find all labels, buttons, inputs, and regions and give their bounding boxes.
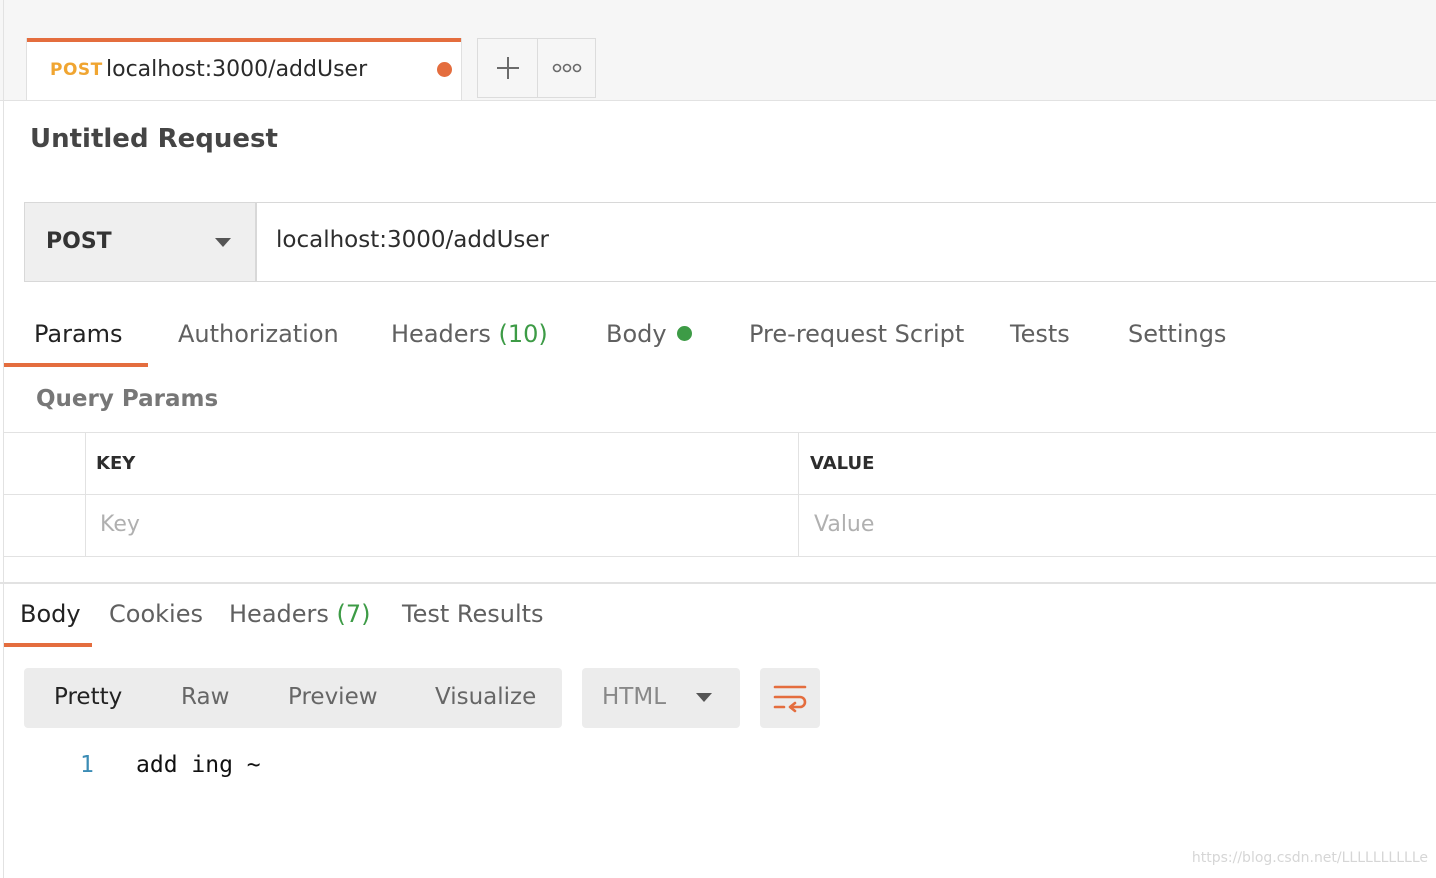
tab-body[interactable]: Body <box>606 320 692 348</box>
tab-title: localhost:3000/addUser <box>106 57 368 82</box>
table-column-divider <box>85 432 86 557</box>
response-tab-headers[interactable]: Headers (7) <box>229 600 371 628</box>
tab-headers[interactable]: Headers (10) <box>391 320 548 348</box>
tab-headers-label: Headers <box>391 320 491 348</box>
view-pretty-button[interactable]: Pretty <box>54 684 122 710</box>
language-value: HTML <box>602 684 667 710</box>
view-raw-button[interactable]: Raw <box>181 684 229 710</box>
code-line: add ing ~ <box>136 752 261 778</box>
tab-pre-request-script[interactable]: Pre-request Script <box>749 320 964 348</box>
view-visualize-button[interactable]: Visualize <box>435 684 536 710</box>
table-top-border <box>4 432 1436 433</box>
table-header-border <box>4 494 1436 495</box>
request-name[interactable]: Untitled Request <box>30 124 278 154</box>
column-header-value: VALUE <box>810 453 875 474</box>
wrap-lines-button[interactable] <box>760 668 820 728</box>
tab-params[interactable]: Params <box>34 320 123 348</box>
view-preview-button[interactable]: Preview <box>288 684 378 710</box>
left-border <box>3 0 4 878</box>
view-mode-group: Pretty Raw Preview Visualize <box>24 668 562 728</box>
unsaved-changes-dot <box>437 62 452 77</box>
language-select[interactable]: HTML <box>582 668 740 728</box>
response-tab-headers-label: Headers <box>229 600 329 628</box>
query-params-label: Query Params <box>36 386 219 412</box>
chevron-down-icon <box>696 693 712 702</box>
tab-authorization[interactable]: Authorization <box>178 320 339 348</box>
wrap-lines-icon <box>773 685 807 713</box>
column-header-key: KEY <box>96 453 136 474</box>
new-tab-button[interactable] <box>477 38 538 98</box>
method-select[interactable]: POST <box>24 202 256 282</box>
tab-body-label: Body <box>606 320 667 348</box>
response-tab-body[interactable]: Body <box>20 600 81 628</box>
url-input[interactable]: localhost:3000/addUser <box>256 202 1436 282</box>
table-column-divider <box>798 432 799 557</box>
active-tab-underline <box>4 363 148 367</box>
response-headers-count: (7) <box>336 600 371 628</box>
chevron-down-icon <box>215 238 231 247</box>
tab-settings[interactable]: Settings <box>1128 320 1226 348</box>
tab-method-label: POST <box>50 60 103 80</box>
method-value: POST <box>46 229 112 254</box>
headers-count: (10) <box>498 320 548 348</box>
body-set-indicator <box>676 325 692 341</box>
request-tab[interactable]: POST localhost:3000/addUser <box>26 38 462 100</box>
watermark-text: https://blog.csdn.net/LLLLLLLLLLe <box>1191 850 1428 866</box>
tab-tests[interactable]: Tests <box>1010 320 1070 348</box>
response-divider[interactable] <box>0 582 1436 584</box>
response-tab-cookies[interactable]: Cookies <box>109 600 203 628</box>
response-active-tab-underline <box>4 643 92 647</box>
ellipsis-icon <box>552 63 581 73</box>
plus-icon <box>496 57 519 79</box>
param-value-input[interactable]: Value <box>814 512 874 537</box>
code-line-number: 1 <box>80 752 94 778</box>
tab-active-indicator <box>27 38 461 42</box>
url-value: localhost:3000/addUser <box>276 227 549 253</box>
param-key-input[interactable]: Key <box>100 512 140 537</box>
tab-options-button[interactable] <box>537 38 596 98</box>
table-bottom-border <box>4 556 1436 557</box>
response-tab-test-results[interactable]: Test Results <box>402 600 544 628</box>
